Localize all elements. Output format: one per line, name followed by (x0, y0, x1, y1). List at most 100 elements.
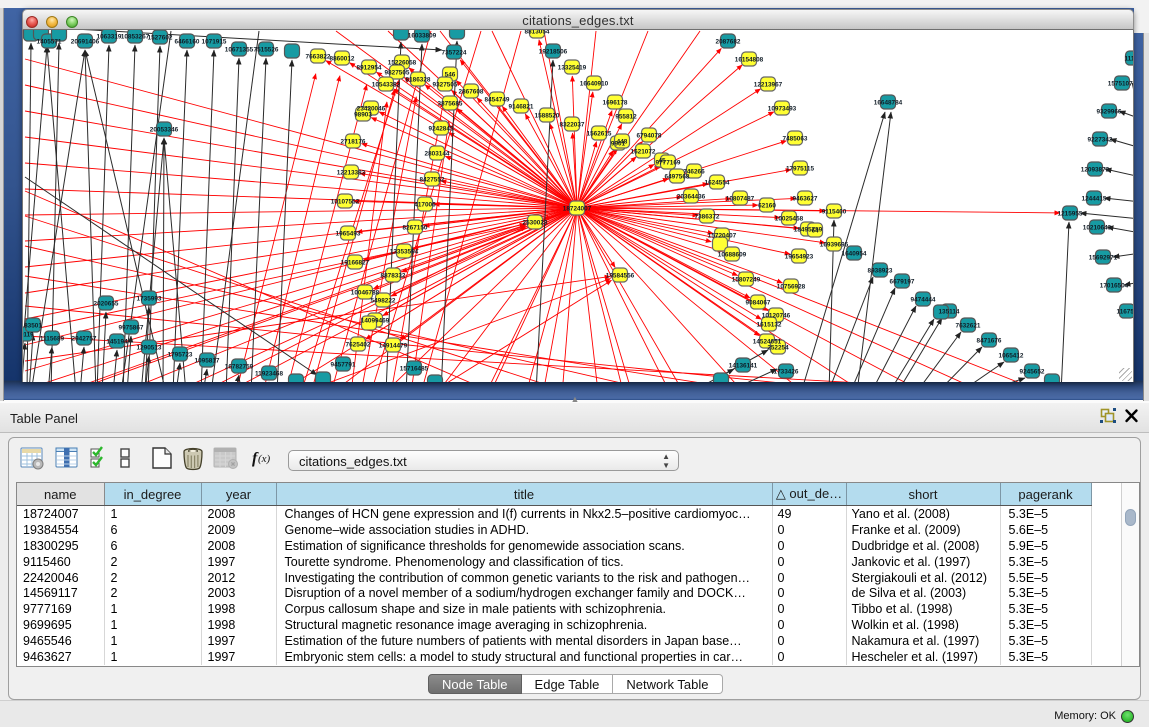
svg-text:10807487: 10807487 (726, 196, 755, 203)
svg-text:1215955: 1215955 (1058, 211, 1083, 218)
svg-text:9827505: 9827505 (385, 70, 410, 77)
svg-text:8427552: 8427552 (420, 177, 445, 184)
svg-text:1290513: 1290513 (137, 345, 162, 352)
svg-text:18724007: 18724007 (563, 206, 592, 213)
svg-text:10543382: 10543382 (372, 82, 401, 89)
svg-text:8454749: 8454749 (485, 97, 510, 104)
svg-text:10107552: 10107552 (331, 199, 360, 206)
svg-text:1244415: 1244415 (1082, 196, 1107, 203)
svg-text:8860012: 8860012 (330, 56, 355, 63)
svg-text:17975115: 17975115 (786, 166, 815, 173)
svg-text:62160: 62160 (758, 203, 776, 210)
svg-text:7357224: 7357224 (442, 50, 467, 57)
svg-text:1965493: 1965493 (336, 231, 361, 238)
svg-text:6679197: 6679197 (890, 279, 915, 286)
svg-text:11172: 11172 (1124, 56, 1134, 63)
svg-text:1065412: 1065412 (999, 353, 1024, 360)
svg-text:17016504: 17016504 (1100, 283, 1129, 290)
svg-text:14914479: 14914479 (379, 343, 408, 350)
svg-text:20053346: 20053346 (150, 127, 179, 134)
svg-text:145194: 145194 (106, 339, 128, 346)
svg-text:19218506: 19218506 (539, 49, 568, 56)
svg-text:11923468: 11923468 (255, 371, 284, 378)
svg-text:6466160: 6466160 (175, 39, 200, 46)
svg-text:15807249: 15807249 (732, 277, 761, 284)
svg-text:8267150: 8267150 (403, 225, 428, 232)
svg-text:16154808: 16154808 (735, 57, 764, 64)
svg-text:13353594: 13353594 (390, 249, 419, 256)
svg-text:1588520: 1588520 (535, 113, 560, 120)
svg-text:10756928: 10756928 (777, 284, 806, 291)
svg-text:3875685: 3875685 (438, 101, 463, 108)
svg-text:15716485: 15716485 (400, 366, 429, 373)
svg-text:1615132: 1615132 (757, 322, 782, 329)
svg-text:6794078: 6794078 (637, 133, 662, 140)
svg-text:1115689: 1115689 (40, 336, 65, 343)
svg-text:252254: 252254 (767, 345, 789, 352)
svg-text:19166827: 19166827 (341, 260, 370, 267)
svg-text:1527602: 1527602 (148, 35, 173, 42)
svg-text:8186328: 8186328 (406, 77, 431, 84)
svg-text:16648784: 16648784 (874, 100, 903, 107)
svg-text:1621072: 1621072 (631, 149, 656, 156)
svg-text:16782759: 16782759 (225, 364, 254, 371)
svg-text:9245652: 9245652 (1020, 369, 1045, 376)
svg-text:9329966: 9329966 (1097, 109, 1122, 116)
svg-text:2942757: 2942757 (72, 336, 97, 343)
svg-text:20691406: 20691406 (71, 39, 100, 46)
svg-text:9463627: 9463627 (793, 196, 818, 203)
svg-text:15692971: 15692971 (1089, 255, 1118, 262)
svg-text:8813054: 8813054 (525, 30, 550, 36)
svg-text:10973493: 10973493 (768, 106, 797, 113)
svg-text:9146821: 9146821 (509, 104, 534, 111)
svg-text:8878332: 8878332 (381, 273, 406, 280)
svg-text:16640910: 16640910 (580, 81, 609, 88)
svg-text:1795723: 1795723 (168, 352, 193, 359)
svg-text:1640954: 1640954 (842, 251, 867, 258)
svg-text:2718176: 2718176 (341, 139, 366, 146)
svg-text:15226058: 15226058 (388, 60, 417, 67)
svg-text:10210643: 10210643 (1083, 225, 1112, 232)
svg-text:7625402: 7625402 (346, 342, 371, 349)
svg-text:7632621: 7632621 (956, 323, 981, 330)
svg-text:9474444: 9474444 (911, 297, 936, 304)
svg-text:13325419: 13325419 (558, 65, 587, 72)
svg-text:14136141: 14136141 (729, 363, 758, 370)
svg-text:19654923: 19654923 (785, 254, 814, 261)
svg-text:8938923: 8938923 (868, 268, 893, 275)
svg-text:6497568: 6497568 (665, 174, 690, 181)
svg-text:1733426: 1733426 (774, 369, 799, 376)
svg-text:10853267: 10853267 (121, 34, 150, 41)
svg-text:1405571: 1405571 (37, 39, 62, 46)
svg-text:9327505: 9327505 (433, 82, 458, 89)
svg-text:19584556: 19584556 (606, 273, 635, 280)
svg-text:98903: 98903 (354, 112, 372, 119)
svg-text:15720407: 15720407 (708, 233, 737, 240)
svg-text:1624554: 1624554 (705, 180, 730, 187)
svg-text:15751074: 15751074 (1108, 81, 1134, 88)
svg-text:1071915: 1071915 (202, 39, 227, 46)
svg-text:10046788: 10046788 (351, 290, 380, 297)
svg-text:9242845: 9242845 (429, 126, 454, 133)
svg-text:8471676: 8471676 (977, 338, 1002, 345)
svg-text:9227342: 9227342 (1088, 137, 1113, 144)
svg-text:10671355: 10671355 (225, 47, 254, 54)
svg-text:2020655: 2020655 (94, 301, 119, 308)
svg-text:7386372: 7386372 (695, 214, 720, 221)
svg-text:83501: 83501 (24, 323, 42, 330)
svg-text:546: 546 (445, 72, 456, 79)
svg-text:116753: 116753 (1117, 309, 1134, 316)
svg-text:135114: 135114 (939, 309, 960, 316)
svg-text:9084067: 9084067 (746, 300, 771, 307)
svg-text:1735993: 1735993 (137, 296, 162, 303)
svg-text:7663822: 7663822 (306, 54, 331, 61)
svg-text:417006: 417006 (414, 202, 436, 209)
svg-text:20364436: 20364436 (677, 194, 706, 201)
svg-text:10120746: 10120746 (762, 313, 791, 320)
svg-text:39119: 39119 (23, 332, 34, 339)
svg-text:10688609: 10688609 (718, 252, 747, 259)
svg-text:7485063: 7485063 (783, 136, 808, 143)
svg-text:2530023: 2530023 (523, 220, 548, 227)
svg-text:9115460: 9115460 (822, 209, 847, 216)
svg-text:7515526: 7515526 (254, 47, 279, 54)
